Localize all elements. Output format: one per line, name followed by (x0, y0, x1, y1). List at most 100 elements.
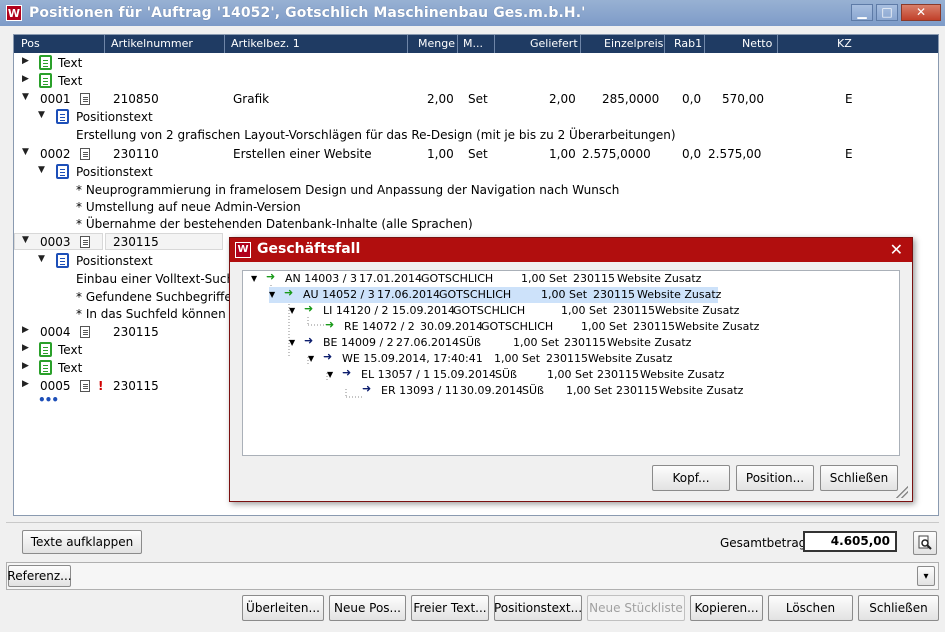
neue-pos-button[interactable]: Neue Pos... (329, 595, 406, 621)
green-arrow-icon: ➜ (325, 318, 335, 331)
more-dots-icon[interactable]: ••• (38, 393, 59, 407)
collapse-triangle-icon[interactable]: ▼ (289, 306, 295, 315)
kopf-button[interactable]: Kopf... (652, 465, 730, 491)
collapse-triangle-icon[interactable]: ▼ (251, 274, 257, 283)
kopieren-button[interactable]: Kopieren... (690, 595, 763, 621)
preview-button[interactable] (913, 531, 937, 555)
node-date: 27.06.2014 (396, 336, 459, 349)
tree-node[interactable]: ➜ RE 14072 / 2 30.09.2014 GOTSCHLICH 1,0… (309, 318, 769, 335)
dialog-close-button[interactable]: Schließen (820, 465, 898, 491)
text-line: * Übernahme der bestehenden Datenbank-In… (14, 215, 938, 233)
pos-number: 0002 (40, 147, 71, 161)
node-qty: 1,00 Set (494, 352, 541, 365)
col-header-kz[interactable]: KZ (837, 37, 852, 50)
app-logo-icon: W (235, 242, 251, 258)
tree-node[interactable]: ▼ ➜ AN 14003 / 3 17.01.2014 GOTSCHLICH 1… (251, 270, 871, 287)
node-art: 230115 (546, 352, 588, 365)
green-arrow-icon: ➜ (266, 270, 276, 283)
artikelnummer: 210850 (113, 92, 159, 106)
navy-arrow-icon: ➜ (342, 366, 352, 379)
tree-node[interactable]: ▼ ➜ BE 14009 / 2 27.06.2014 SÜß 1,00 Set… (289, 334, 769, 351)
positionstext-row[interactable]: ▼ Positionstext (14, 108, 938, 126)
node-art: 230115 (633, 320, 675, 333)
ueberleiten-button[interactable]: Überleiten... (242, 595, 324, 621)
col-header-artikelbez[interactable]: Artikelbez. 1 (231, 37, 300, 50)
texte-aufklappen-button[interactable]: Texte aufklappen (22, 530, 142, 554)
positionstext-row[interactable]: ▼ Positionstext (14, 163, 938, 181)
node-desc: Website Zusatz (640, 368, 725, 381)
collapse-arrow-icon[interactable]: ▼ (22, 92, 29, 102)
loeschen-button[interactable]: Löschen (768, 595, 853, 621)
collapse-arrow-icon[interactable]: ▼ (38, 110, 45, 120)
expand-arrow-icon[interactable]: ▶ (22, 56, 29, 66)
menge: 2,00 (427, 92, 454, 106)
geschaeftsfall-tree[interactable]: ▼ ➜ AN 14003 / 3 17.01.2014 GOTSCHLICH 1… (242, 270, 900, 456)
text-row[interactable]: ▶ Text (14, 54, 938, 72)
tree-node[interactable]: ▼ ➜ LI 14120 / 2 15.09.2014 GOTSCHLICH 1… (289, 302, 769, 319)
maximize-button[interactable]: □ (876, 4, 898, 21)
expand-arrow-icon[interactable]: ▶ (22, 74, 29, 84)
row-text: Text (58, 56, 83, 70)
app-logo-icon: W (6, 5, 22, 21)
expand-arrow-icon[interactable]: ▶ (22, 343, 29, 353)
reference-bar (6, 562, 939, 590)
rabatt: 0,0 (682, 147, 702, 161)
neue-stueckliste-button[interactable]: Neue Stückliste (587, 595, 685, 621)
total-value: 4.605,00 (803, 531, 897, 552)
node-desc: Website Zusatz (617, 272, 702, 285)
node-who: GOTSCHLICH (439, 288, 512, 301)
node-art: 230115 (597, 368, 639, 381)
text-row[interactable]: ▶ Text (14, 72, 938, 90)
close-window-button[interactable]: ✕ (901, 4, 941, 21)
col-header-menge[interactable]: Menge (418, 37, 455, 50)
col-header-geliefert[interactable]: Geliefert (530, 37, 578, 50)
node-date: 30.09.2014 (420, 320, 483, 333)
col-header-rab1[interactable]: Rab1 (674, 37, 702, 50)
minimize-button[interactable]: ▁ (851, 4, 873, 21)
grid-header: Pos Artikelnummer Artikelbez. 1 Menge M.… (14, 35, 938, 53)
expand-arrow-icon[interactable]: ▶ (22, 361, 29, 371)
node-date: 15.09.2014 (392, 304, 455, 317)
collapse-triangle-icon[interactable]: ▼ (269, 290, 275, 299)
tree-node[interactable]: ▼ ➜ EL 13057 / 1 15.09.2014 SÜß 1,00 Set… (327, 366, 807, 383)
col-header-pos[interactable]: Pos (21, 37, 40, 50)
collapse-triangle-icon[interactable]: ▼ (327, 370, 333, 379)
tree-node-selected[interactable]: ▼ ➜ AU 14052 / 3 17.06.2014 GOTSCHLICH 1… (269, 286, 721, 303)
collapse-triangle-icon[interactable]: ▼ (308, 354, 314, 363)
node-desc: Website Zusatz (655, 304, 740, 317)
artikelnummer: 230115 (113, 325, 159, 339)
collapse-arrow-icon[interactable]: ▼ (22, 147, 29, 157)
row-text: * Übernahme der bestehenden Datenbank-In… (76, 217, 473, 231)
col-header-einzelpreis[interactable]: Einzelpreis (604, 37, 663, 50)
node-art: 230115 (613, 304, 655, 317)
schliessen-button[interactable]: Schließen (858, 595, 939, 621)
mengeneinheit: Set (468, 147, 488, 161)
referenz-button[interactable]: Referenz... (7, 565, 72, 587)
position-row[interactable]: ▼ 0002 230110 Erstellen einer Website 1,… (14, 145, 938, 163)
text-doc-icon (39, 55, 52, 70)
einzelpreis: 2.575,0000 (582, 147, 651, 161)
node-doc: EL 13057 / 1 (361, 368, 431, 381)
expand-arrow-icon[interactable]: ▶ (22, 379, 29, 389)
collapse-arrow-icon[interactable]: ▼ (38, 254, 45, 264)
tree-node[interactable]: ▼ ➜ WE 15.09.2014, 17:40:41 1,00 Set 230… (308, 350, 788, 367)
dialog-close-icon[interactable]: ✕ (890, 240, 903, 259)
green-arrow-icon: ➜ (284, 286, 294, 299)
collapse-arrow-icon[interactable]: ▼ (38, 165, 45, 175)
position-row[interactable]: ▼ 0001 210850 Grafik 2,00 Set 2,00 285,0… (14, 90, 938, 108)
expand-arrow-icon[interactable]: ▶ (22, 325, 29, 335)
freier-text-button[interactable]: Freier Text... (411, 595, 489, 621)
collapse-arrow-icon[interactable]: ▼ (22, 235, 29, 245)
node-qty: 1,00 Set (521, 272, 568, 285)
col-header-netto[interactable]: Netto (742, 37, 772, 50)
resize-grip-icon[interactable] (896, 486, 908, 498)
window-title: Positionen für 'Auftrag '14052', Gotschl… (29, 5, 586, 21)
tree-node[interactable]: ➜ ER 13093 / 11 30.09.2014 SÜß 1,00 Set … (346, 382, 826, 399)
artikelnummer: 230110 (113, 147, 159, 161)
positionstext-button[interactable]: Positionstext... (494, 595, 582, 621)
dropdown-arrow-icon[interactable]: ▾ (917, 566, 935, 586)
col-header-me[interactable]: M... (463, 37, 483, 50)
collapse-triangle-icon[interactable]: ▼ (289, 338, 295, 347)
col-header-artikelnummer[interactable]: Artikelnummer (111, 37, 193, 50)
position-button[interactable]: Position... (736, 465, 814, 491)
